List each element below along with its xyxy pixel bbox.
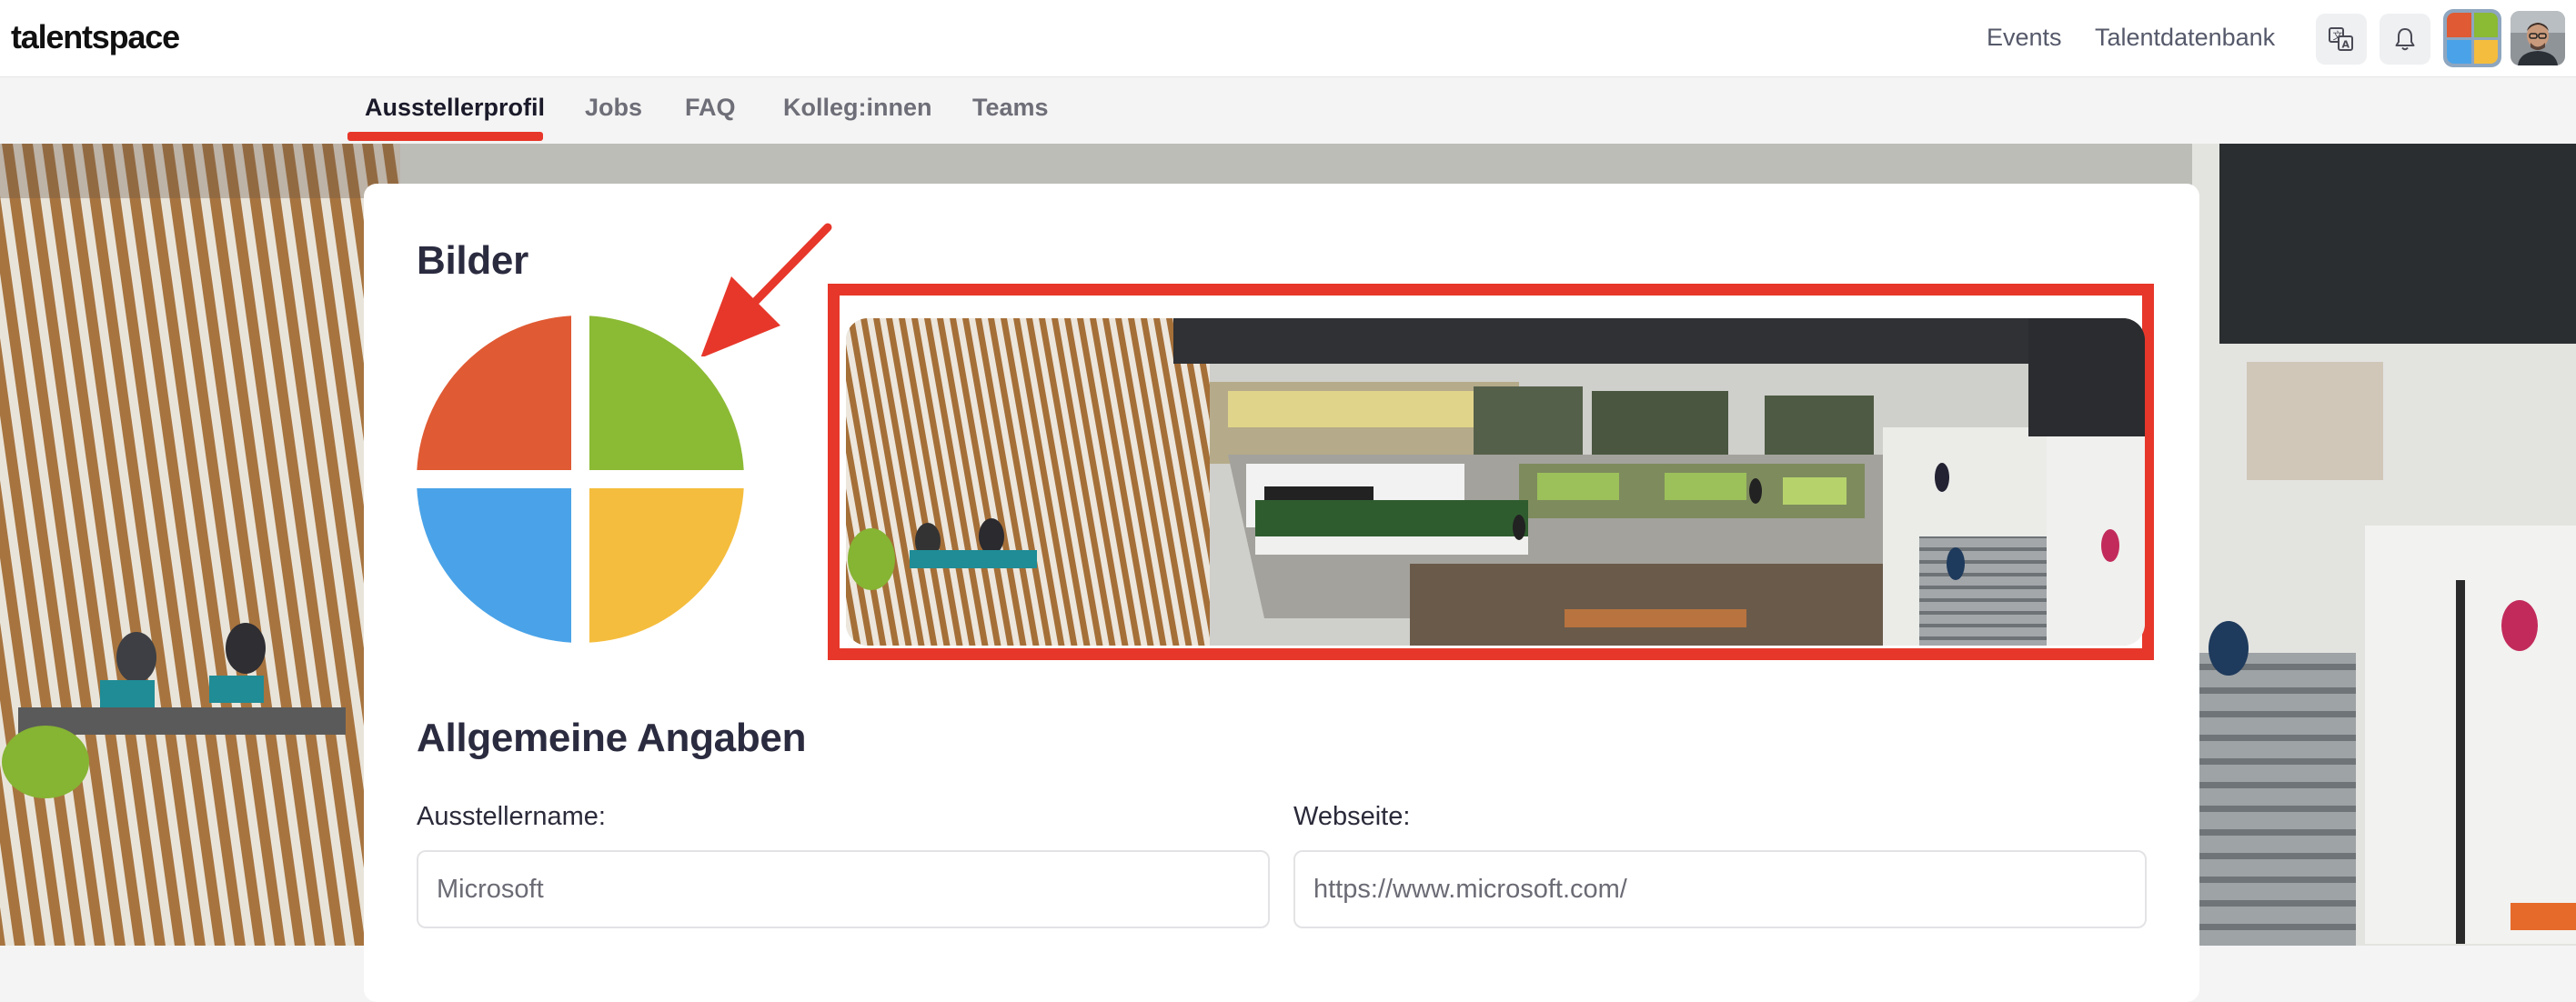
user-avatar[interactable] <box>2511 11 2565 65</box>
nav-link-talentdatenbank[interactable]: Talentdatenbank <box>2095 24 2275 52</box>
exhibitor-name-input[interactable] <box>417 850 1270 928</box>
annotation-arrow-icon <box>700 223 832 356</box>
tab-ausstellerprofil[interactable]: Ausstellerprofil <box>365 94 545 122</box>
company-logo-image[interactable] <box>417 316 744 643</box>
microsoft-logo-icon <box>2447 13 2498 64</box>
section-title-allgemeine-angaben: Allgemeine Angaben <box>417 716 807 760</box>
top-bar: talentspace Events Talentdatenbank 文 A <box>0 0 2576 77</box>
bell-icon <box>2395 28 2415 51</box>
microsoft-logo-icon <box>417 316 744 643</box>
company-banner-image[interactable] <box>846 318 2145 646</box>
app-logo[interactable]: talentspace <box>11 18 180 56</box>
nav-link-events[interactable]: Events <box>1987 24 2062 52</box>
website-label: Webseite: <box>1293 802 1411 831</box>
section-title-bilder: Bilder <box>417 238 528 283</box>
office-atrium-photo-icon <box>846 318 2145 646</box>
translate-icon: 文 A <box>2329 27 2353 51</box>
profile-card: Bilder Allgemeine Angaben Ausstellername… <box>364 184 2199 1002</box>
tab-jobs[interactable]: Jobs <box>585 94 642 122</box>
tab-kolleginnen[interactable]: Kolleg:innen <box>783 94 932 122</box>
website-input[interactable] <box>1293 850 2147 928</box>
active-tab-indicator <box>347 132 543 141</box>
company-switcher[interactable] <box>2443 9 2501 67</box>
notifications-button[interactable] <box>2380 14 2430 65</box>
user-photo-icon <box>2511 11 2565 65</box>
svg-text:A: A <box>2342 39 2350 51</box>
tab-teams[interactable]: Teams <box>972 94 1049 122</box>
exhibitor-name-label: Ausstellername: <box>417 802 606 831</box>
tab-faq[interactable]: FAQ <box>685 94 736 122</box>
translate-button[interactable]: 文 A <box>2316 14 2367 65</box>
